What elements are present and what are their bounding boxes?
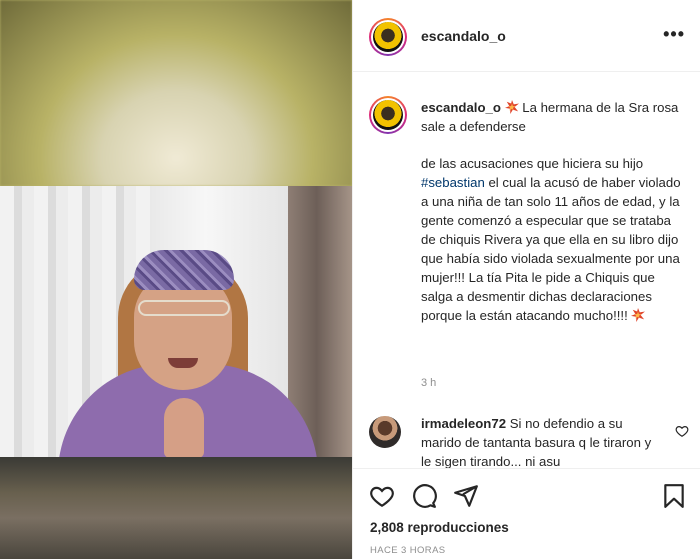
post-side-panel: escandalo_o ••• escandalo_o La hermana d… xyxy=(352,0,700,559)
like-comment-heart-icon[interactable] xyxy=(675,424,689,438)
instagram-post-view: escandalo_o ••• escandalo_o La hermana d… xyxy=(0,0,700,559)
bookmark-icon[interactable] xyxy=(661,483,687,509)
comment-icon[interactable] xyxy=(411,483,437,509)
post-actions-footer: 2,808 reproducciones HACE 3 HORAS xyxy=(353,468,700,559)
video-frame[interactable] xyxy=(0,186,352,457)
person-bandana xyxy=(134,250,234,290)
post-header: escandalo_o ••• xyxy=(353,0,700,72)
caption-username[interactable]: escandalo_o xyxy=(421,100,501,115)
hashtag-link[interactable]: #sebastian xyxy=(421,175,485,190)
more-options-icon[interactable]: ••• xyxy=(663,24,685,45)
media-blur-bottom xyxy=(0,457,352,559)
commenter-avatar[interactable] xyxy=(369,416,401,448)
header-username[interactable]: escandalo_o xyxy=(421,28,506,44)
view-count[interactable]: 2,808 reproducciones xyxy=(370,520,509,535)
caption-timestamp[interactable]: 3 h xyxy=(421,377,436,389)
post-caption: escandalo_o La hermana de la Sra rosa sa… xyxy=(421,98,689,325)
post-date[interactable]: HACE 3 HORAS xyxy=(370,545,446,556)
caption-avatar[interactable] xyxy=(369,96,407,134)
collision-emoji-icon xyxy=(631,308,646,322)
heart-icon[interactable] xyxy=(369,483,395,509)
post-media[interactable] xyxy=(0,0,352,559)
comments-scroll-area[interactable]: escandalo_o La hermana de la Sra rosa sa… xyxy=(353,72,700,468)
caption-body-rest: el cual la acusó de haber violado a una … xyxy=(421,175,681,323)
comment-text: irmadeleon72 Si no defendio a su marido … xyxy=(421,414,661,468)
commenter-username[interactable]: irmadeleon72 xyxy=(421,416,506,431)
profile-avatar[interactable] xyxy=(369,18,407,56)
share-icon[interactable] xyxy=(453,483,479,509)
collision-emoji-icon xyxy=(504,100,519,114)
person-glasses xyxy=(138,300,230,316)
person-hands xyxy=(164,398,204,457)
caption-body-start: de las acusaciones que hiciera su hijo xyxy=(421,156,644,171)
media-blur-top xyxy=(0,0,352,186)
